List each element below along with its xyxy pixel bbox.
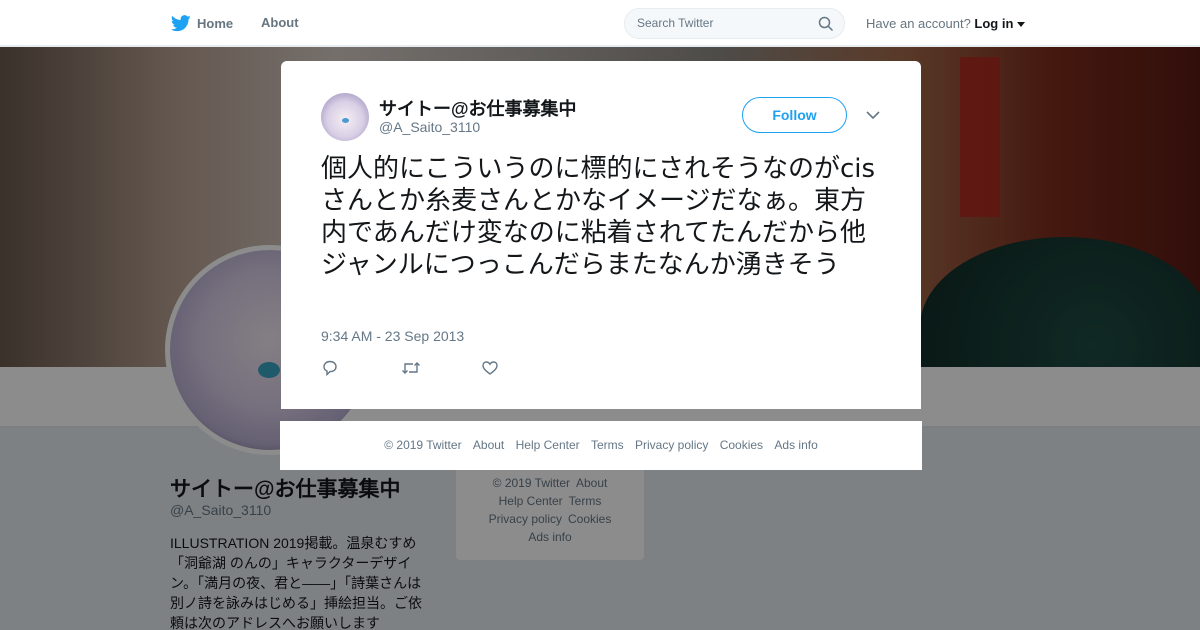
tweet-author-name[interactable]: サイトー@お仕事募集中 xyxy=(379,95,577,121)
modal-footer-ads[interactable]: Ads info xyxy=(774,438,817,452)
tweet-actions xyxy=(321,359,561,379)
reply-icon xyxy=(323,360,337,377)
modal-footer-privacy[interactable]: Privacy policy xyxy=(635,438,708,452)
modal-footer-about[interactable]: About xyxy=(473,438,504,452)
tweet-modal: サイトー@お仕事募集中 @A_Saito_3110 Follow 個人的にこうい… xyxy=(281,61,921,409)
account-prompt: Have an account? Log in xyxy=(866,16,1026,31)
tweet-timestamp[interactable]: 9:34 AM - 23 Sep 2013 xyxy=(321,328,464,344)
avatar-eye-shape xyxy=(342,118,349,123)
follow-button[interactable]: Follow xyxy=(742,97,847,133)
close-icon[interactable] xyxy=(1153,12,1179,38)
nav-about[interactable]: About xyxy=(261,15,299,30)
top-nav-bar: Home About Have an account? Log in xyxy=(0,0,1200,46)
nav-home[interactable]: Home xyxy=(171,15,233,32)
tweet-text: 個人的にこういうのに標的にされそうなのがcisさんとか糸麦さんとかなイメージだな… xyxy=(321,154,876,280)
retweet-button[interactable] xyxy=(401,359,481,379)
search-input[interactable] xyxy=(637,16,807,30)
chevron-down-icon[interactable] xyxy=(865,107,881,123)
caret-down-icon[interactable] xyxy=(1017,22,1026,28)
search-box xyxy=(624,8,845,39)
modal-footer-cookies[interactable]: Cookies xyxy=(720,438,763,452)
nav-about-label: About xyxy=(261,15,299,30)
modal-footer-terms[interactable]: Terms xyxy=(591,438,624,452)
modal-footer: © 2019 Twitter About Help Center Terms P… xyxy=(280,421,922,470)
retweet-icon xyxy=(402,362,420,374)
have-account-text: Have an account? xyxy=(866,16,971,31)
modal-footer-help[interactable]: Help Center xyxy=(516,438,580,452)
like-button[interactable] xyxy=(481,359,561,379)
like-icon xyxy=(482,361,498,375)
tweet-author-avatar[interactable] xyxy=(321,93,369,141)
search-icon[interactable] xyxy=(818,16,834,32)
nav-home-label: Home xyxy=(197,16,234,31)
tweet-author-handle[interactable]: @A_Saito_3110 xyxy=(379,119,480,135)
modal-footer-copyright: © 2019 Twitter xyxy=(384,438,462,452)
twitter-bird-icon xyxy=(171,15,191,32)
login-link[interactable]: Log in xyxy=(974,16,1013,31)
reply-button[interactable] xyxy=(321,359,401,379)
